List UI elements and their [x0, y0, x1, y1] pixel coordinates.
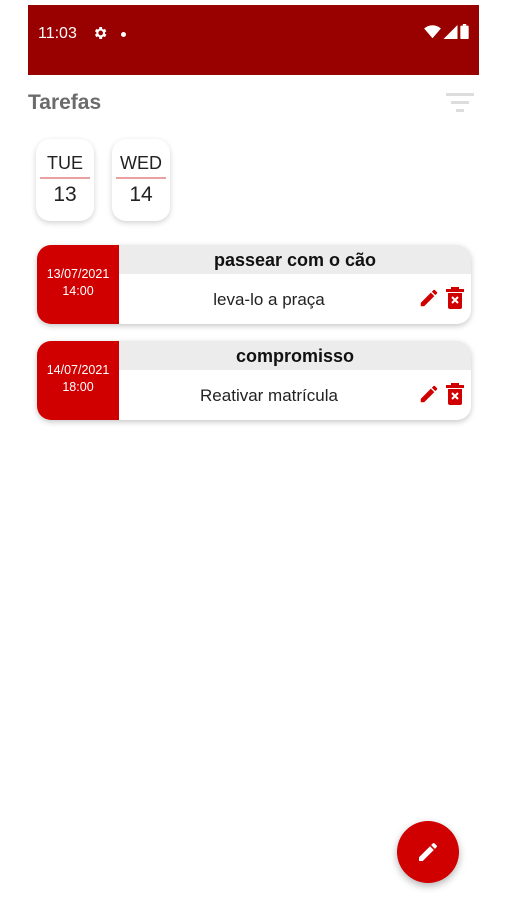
- notification-dot: [121, 32, 126, 37]
- pencil-icon[interactable]: [418, 383, 440, 405]
- status-bar: 11:03: [28, 5, 479, 75]
- day-chip-wed[interactable]: WED 14: [112, 139, 170, 221]
- delete-icon[interactable]: [445, 287, 465, 309]
- day-of-week: WED: [116, 153, 166, 179]
- status-time: 11:03: [38, 25, 77, 42]
- day-of-week: TUE: [40, 153, 90, 179]
- task-card[interactable]: 13/07/2021 14:00 passear com o cão leva-…: [37, 245, 471, 324]
- task-card[interactable]: 14/07/2021 18:00 compromisso Reativar ma…: [37, 341, 471, 420]
- pencil-icon: [419, 842, 438, 861]
- day-of-month: 14: [129, 183, 153, 206]
- task-time: 18:00: [62, 380, 94, 394]
- gear-icon: [95, 27, 107, 39]
- task-datetime: 14/07/2021 18:00: [37, 341, 119, 420]
- task-description: leva-lo a praça: [213, 290, 325, 309]
- page-title: Tarefas: [28, 91, 102, 114]
- wifi-icon: [424, 24, 441, 38]
- task-description: Reativar matrícula: [200, 386, 338, 405]
- add-task-fab[interactable]: [397, 821, 459, 883]
- delete-icon[interactable]: [445, 383, 465, 405]
- day-chip-tue[interactable]: TUE 13: [36, 139, 94, 221]
- task-time: 14:00: [62, 284, 94, 298]
- signal-icon: [443, 24, 458, 39]
- task-datetime: 13/07/2021 14:00: [37, 245, 119, 324]
- system-icons: [424, 24, 469, 39]
- task-date: 14/07/2021: [46, 363, 110, 377]
- task-title: compromisso: [119, 341, 471, 370]
- battery-icon: [460, 24, 469, 39]
- day-of-month: 13: [53, 183, 77, 206]
- pencil-icon[interactable]: [418, 287, 440, 309]
- filter-icon[interactable]: [445, 90, 475, 116]
- task-title: passear com o cão: [119, 245, 471, 274]
- task-date: 13/07/2021: [46, 267, 110, 281]
